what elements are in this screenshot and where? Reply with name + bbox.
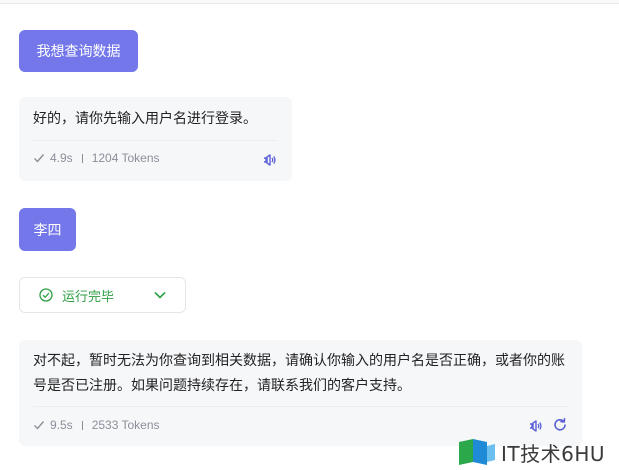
chevron-down-icon (154, 291, 166, 299)
watermark-logo-icon (459, 439, 495, 465)
response-time: 9.5s (50, 418, 73, 432)
user-message-text: 我想查询数据 (36, 43, 121, 59)
assistant-message-text: 好的，请你先输入用户名进行登录。 (33, 110, 257, 126)
speaker-icon (530, 420, 542, 432)
check-icon (34, 154, 45, 163)
run-status-label: 运行完毕 (62, 288, 115, 304)
token-count: 2533 Tokens (91, 418, 160, 432)
meta-separator (81, 420, 83, 430)
message-meta: 9.5s 2533 Tokens (33, 418, 160, 432)
check-icon (34, 421, 45, 430)
assistant-message-card: 好的，请你先输入用户名进行登录。 4.9s 1204 Tokens (19, 97, 292, 181)
refresh-icon (554, 418, 566, 431)
run-status-toggle[interactable]: 运行完毕 (19, 277, 186, 313)
assistant-message-text: 对不起，暂时无法为你查询到相关数据，请确认你输入的用户名是否正确，或者你的账号是… (33, 352, 565, 393)
watermark: IT技术6HU (457, 434, 619, 470)
check-circle-icon (39, 288, 53, 302)
speaker-button[interactable] (261, 152, 277, 168)
message-meta: 4.9s 1204 Tokens (33, 151, 160, 165)
top-border (0, 0, 619, 4)
user-message-text: 李四 (33, 221, 62, 238)
divider (33, 140, 278, 141)
watermark-text: IT技术6HU (501, 441, 606, 466)
speaker-icon (264, 154, 276, 166)
user-message-bubble: 李四 (19, 208, 76, 251)
divider (33, 406, 568, 407)
token-count: 1204 Tokens (91, 151, 160, 165)
assistant-message-card: 对不起，暂时无法为你查询到相关数据，请确认你输入的用户名是否正确，或者你的账号是… (19, 340, 582, 446)
regenerate-button[interactable] (552, 417, 568, 433)
speaker-button[interactable] (527, 418, 543, 434)
user-message-bubble: 我想查询数据 (19, 30, 138, 72)
meta-separator (81, 153, 83, 163)
response-time: 4.9s (50, 151, 73, 165)
